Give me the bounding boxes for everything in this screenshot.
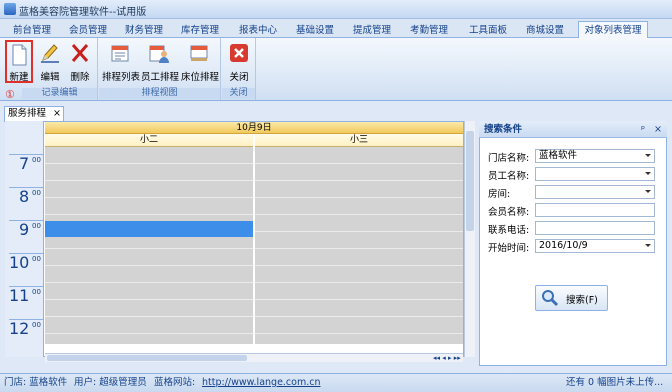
bed-schedule-label: 床位排程 bbox=[181, 72, 220, 83]
tab-attendance[interactable]: 考勤管理 bbox=[403, 21, 455, 38]
group-schedule-view: 排程列表 员工排程 床位排程 排程视图 bbox=[99, 38, 221, 100]
new-document-icon bbox=[12, 44, 27, 66]
pin-icon[interactable]: ᵖ bbox=[641, 121, 645, 138]
phone-input[interactable] bbox=[535, 221, 655, 235]
nav-arrows-icon[interactable]: ◂◂ ◂ ▸ ▸▸ bbox=[433, 354, 461, 362]
field-label-start-time: 开始时间: bbox=[488, 243, 530, 254]
status-bar: 门店: 蓝格软件 用户: 超级管理员 蓝格网站: http://www.lang… bbox=[0, 373, 672, 392]
bed-schedule-button[interactable]: 床位排程 bbox=[181, 40, 220, 86]
delete-button-label: 删除 bbox=[70, 72, 90, 83]
schedule-list-button[interactable]: 排程列表 bbox=[102, 40, 141, 86]
group-label-schedule-view: 排程视图 bbox=[99, 88, 220, 99]
store-select[interactable]: 蓝格软件 bbox=[535, 149, 655, 163]
chevron-down-icon bbox=[645, 154, 651, 157]
status-store: 门店: 蓝格软件 bbox=[4, 377, 68, 388]
staff-select[interactable] bbox=[535, 167, 655, 181]
vscroll-thumb[interactable] bbox=[466, 131, 474, 231]
search-panel-header: 搜索条件 ᵖ × bbox=[479, 121, 667, 138]
staff-schedule-button[interactable]: 员工排程 bbox=[141, 40, 180, 86]
field-label-member: 会员名称: bbox=[488, 207, 530, 218]
staff-schedule-icon bbox=[149, 45, 169, 63]
edit-button[interactable]: 编辑 bbox=[36, 40, 64, 86]
new-button[interactable]: 新建 bbox=[5, 40, 33, 83]
status-user: 用户: 超级管理员 bbox=[74, 377, 147, 388]
group-record-edit: 新建 编辑 删除 ① 记录编辑 bbox=[2, 38, 98, 101]
bed-schedule-icon bbox=[190, 45, 208, 61]
edit-button-label: 编辑 bbox=[40, 72, 60, 83]
search-button[interactable]: 搜索(F) bbox=[535, 285, 608, 311]
panel-close-icon[interactable]: × bbox=[654, 121, 662, 138]
start-date-picker[interactable]: 2016/10/9 bbox=[535, 239, 655, 253]
close-button[interactable]: 关闭 bbox=[224, 40, 254, 86]
edit-pencil-icon bbox=[41, 44, 59, 63]
date-header: 10月9日 bbox=[45, 122, 463, 134]
tab-members[interactable]: 会员管理 bbox=[62, 21, 114, 38]
group-label-close: 关闭 bbox=[222, 88, 255, 99]
column-header-staff-1: 小二 bbox=[45, 134, 253, 147]
field-label-store: 门店名称: bbox=[488, 153, 530, 164]
close-red-icon bbox=[230, 44, 248, 62]
delete-x-icon bbox=[71, 44, 89, 62]
search-button-label: 搜索(F) bbox=[566, 295, 598, 306]
tab-mall-settings[interactable]: 商城设置 bbox=[519, 21, 571, 38]
vertical-scrollbar[interactable] bbox=[464, 121, 475, 357]
new-button-label: 新建 bbox=[9, 72, 29, 83]
doc-tab-label: 服务排程 bbox=[8, 108, 47, 119]
group-close: 关闭 关闭 bbox=[222, 38, 256, 100]
annotation-marker: ① bbox=[5, 88, 15, 101]
schedule-column-2[interactable] bbox=[255, 147, 463, 344]
search-panel-title: 搜索条件 bbox=[484, 124, 523, 135]
time-ruler: 7 00 8 00 9 00 10 00 11 00 12 00 bbox=[5, 121, 44, 357]
magnifier-icon bbox=[542, 290, 559, 307]
calendar-list-icon bbox=[111, 45, 129, 62]
field-label-staff: 员工名称: bbox=[488, 171, 530, 182]
window-title: 蓝格美容院管理软件--试用版 bbox=[19, 7, 147, 18]
tab-basic-settings[interactable]: 基础设置 bbox=[289, 21, 341, 38]
chevron-down-icon bbox=[645, 190, 651, 193]
status-upload: 还有 0 幅图片未上传... bbox=[566, 377, 664, 388]
status-website-label: 蓝格网站: bbox=[154, 377, 196, 388]
tab-object-list[interactable]: 对象列表管理 bbox=[578, 21, 648, 39]
title-bar: 蓝格美容院管理软件--试用版 bbox=[0, 0, 672, 19]
selected-time-slot[interactable] bbox=[45, 221, 253, 237]
doc-tab-service-schedule[interactable]: 服务排程 × bbox=[4, 106, 64, 122]
menu-tabs: 前台管理 会员管理 财务管理 库存管理 报表中心 基础设置 提成管理 考勤管理 … bbox=[0, 19, 672, 39]
hscroll-thumb[interactable] bbox=[47, 355, 247, 361]
tab-front-desk[interactable]: 前台管理 bbox=[6, 21, 58, 38]
schedule-list-label: 排程列表 bbox=[102, 72, 141, 83]
tab-inventory[interactable]: 库存管理 bbox=[174, 21, 226, 38]
doc-tab-close-icon[interactable]: × bbox=[53, 107, 61, 121]
app-icon bbox=[4, 3, 16, 15]
chevron-down-icon bbox=[645, 172, 651, 175]
staff-schedule-label: 员工排程 bbox=[141, 72, 180, 83]
ribbon: 新建 编辑 删除 ① 记录编辑 排程列表 员工排程 床位排程 排程视图 关闭 关… bbox=[0, 38, 672, 101]
column-header-staff-2: 小三 bbox=[255, 134, 463, 147]
horizontal-scrollbar[interactable]: ◂◂ ◂ ▸ ▸▸ bbox=[45, 353, 463, 362]
tab-tools[interactable]: 工具面板 bbox=[462, 21, 514, 38]
delete-button[interactable]: 删除 bbox=[66, 40, 94, 86]
tab-commission[interactable]: 提成管理 bbox=[346, 21, 398, 38]
group-label-record-edit: 记录编辑 bbox=[22, 88, 97, 99]
tab-finance[interactable]: 财务管理 bbox=[118, 21, 170, 38]
member-name-input[interactable] bbox=[535, 203, 655, 217]
chevron-down-icon bbox=[645, 244, 651, 247]
tab-reports[interactable]: 报表中心 bbox=[232, 21, 284, 38]
field-label-phone: 联系电话: bbox=[488, 225, 530, 236]
schedule-column-1[interactable] bbox=[45, 147, 253, 344]
field-label-room: 房间: bbox=[488, 189, 511, 200]
room-select[interactable] bbox=[535, 185, 655, 199]
website-link[interactable]: http://www.lange.com.cn bbox=[202, 374, 321, 392]
close-button-label: 关闭 bbox=[229, 72, 249, 83]
document-tabs: 服务排程 × bbox=[0, 105, 672, 122]
